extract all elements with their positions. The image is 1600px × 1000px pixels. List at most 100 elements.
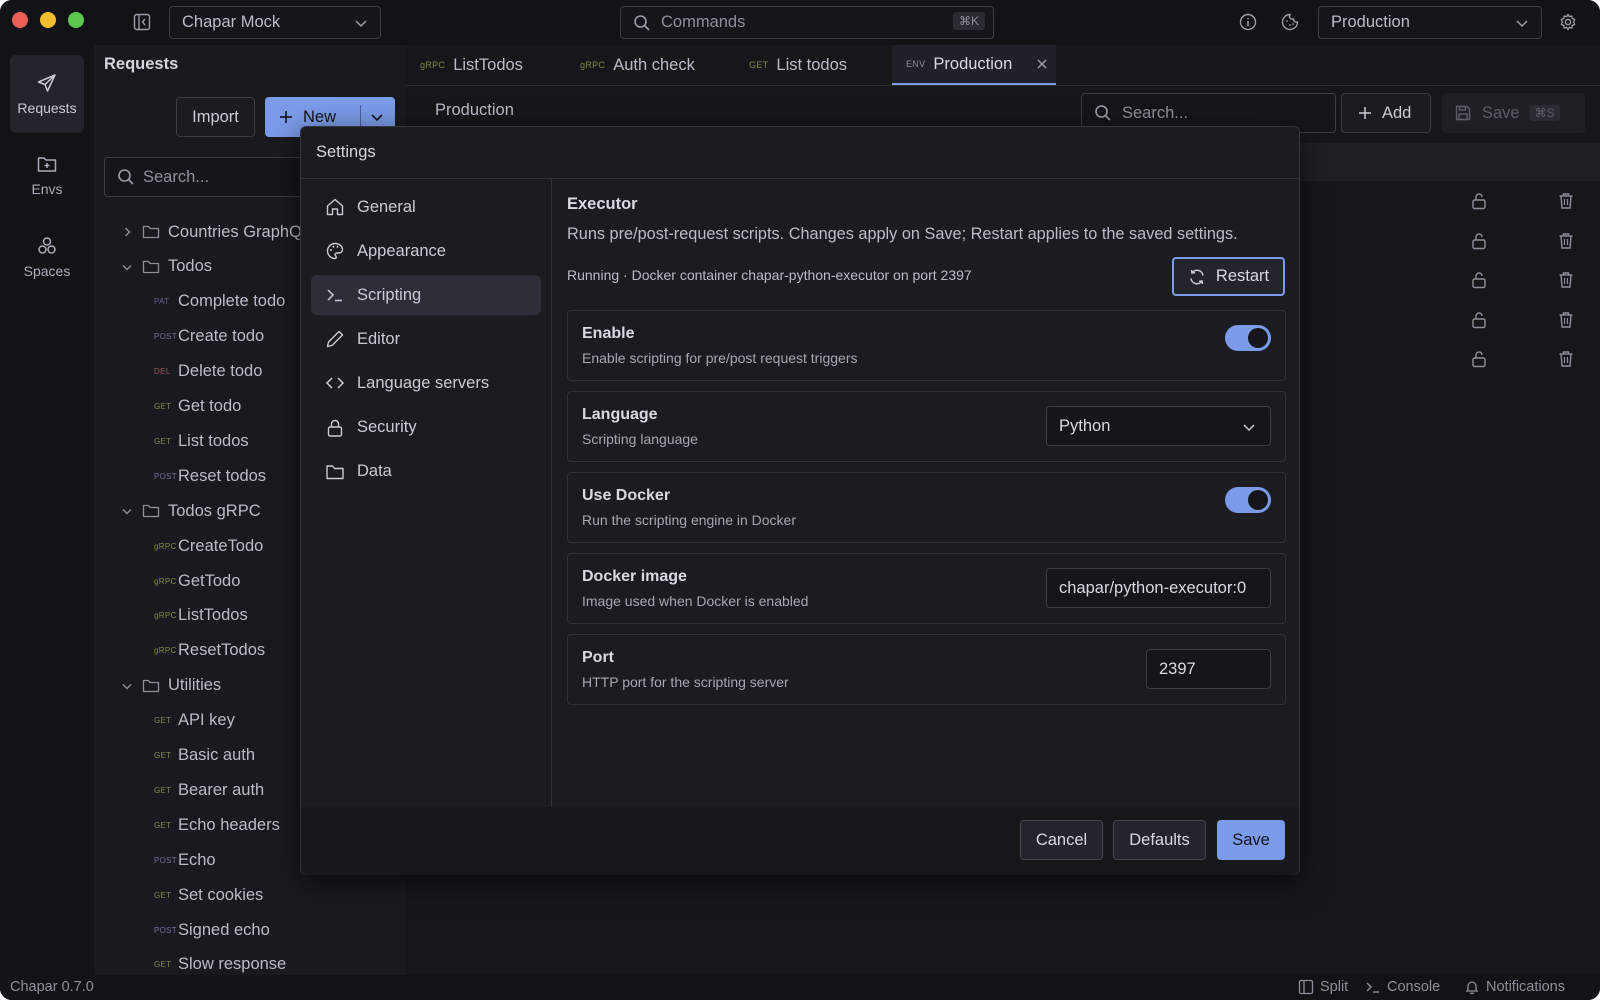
settings-nav-appearance[interactable]: Appearance [311,231,541,271]
tree-folder[interactable]: Utilities [120,671,221,701]
language-select[interactable]: Python [1046,406,1271,446]
console-button[interactable]: Console [1365,979,1440,995]
tree-request-item[interactable]: PAT Complete todo [154,287,285,317]
settings-nav-label: Appearance [357,241,446,260]
unlock-icon[interactable] [1470,350,1488,368]
split-button[interactable]: Split [1298,979,1348,995]
tab-1[interactable]: gRPC Auth check [580,45,695,85]
settings-title: Settings [301,127,1299,179]
restart-button[interactable]: Restart [1172,257,1285,296]
chevron-down-icon[interactable] [120,505,134,517]
tree-request-item[interactable]: GET API key [154,706,235,736]
close-tab-icon[interactable] [1036,58,1048,70]
sidebar-item-requests[interactable]: Requests [10,55,84,133]
import-button[interactable]: Import [176,97,255,137]
add-variable-button[interactable]: Add [1341,93,1431,133]
unlock-icon[interactable] [1470,311,1488,329]
method-badge: gRPC [154,576,177,586]
tree-item-label: Delete todo [178,362,263,381]
tree-request-item[interactable]: gRPC ResetTodos [154,636,265,666]
tree-request-item[interactable]: GET Set cookies [154,880,263,910]
tab-3[interactable]: ENV Production [892,45,1056,85]
unlock-icon[interactable] [1470,192,1488,210]
env-name-field[interactable]: Production [435,101,514,120]
docker-image-setting: Docker image Image used when Docker is e… [567,553,1286,624]
app-window: Chapar Mock Commands ⌘K Production Reque… [0,0,1600,1000]
use-docker-toggle[interactable] [1225,487,1271,513]
sidebar-item-envs[interactable]: Envs [10,136,84,214]
defaults-button[interactable]: Defaults [1113,820,1206,860]
chevron-down-icon[interactable] [120,261,134,273]
tree-folder[interactable]: Todos [120,252,212,282]
save-button[interactable]: Save [1217,820,1285,860]
enable-toggle[interactable] [1225,325,1271,351]
zoom-window-button[interactable] [68,12,84,28]
method-badge: GET [154,716,172,726]
settings-nav-language-servers[interactable]: Language servers [311,363,541,403]
settings-nav-general[interactable]: General [311,187,541,227]
tab-0[interactable]: gRPC ListTodos [420,45,523,85]
settings-nav: General Appearance Scripting Editor Language… [301,179,552,807]
tree-request-item[interactable]: POST Create todo [154,322,264,352]
tree-request-item[interactable]: GET List todos [154,426,249,456]
chevron-right-icon[interactable] [120,226,134,238]
tree-folder[interactable]: Countries GraphQL [120,217,311,247]
tab-method-badge: GET [749,60,769,70]
tree-request-item[interactable]: GET Basic auth [154,741,255,771]
tree-request-item[interactable]: GET Get todo [154,392,241,422]
chevron-down-icon[interactable] [370,110,384,124]
close-window-button[interactable] [12,12,28,28]
tree-request-item[interactable]: POST Reset todos [154,461,266,491]
cancel-button[interactable]: Cancel [1020,820,1103,860]
trash-icon[interactable] [1557,311,1575,329]
language-value: Python [1059,416,1111,435]
tree-request-item[interactable]: gRPC GetTodo [154,566,240,596]
tree-request-item[interactable]: POST Signed echo [154,915,270,945]
tree-request-item[interactable]: POST Echo [154,845,216,875]
environment-select[interactable]: Production [1318,6,1542,39]
save-env-button[interactable]: Save ⌘S [1442,93,1585,133]
tree-request-item[interactable]: GET Bearer auth [154,775,264,805]
tree-request-item[interactable]: GET Echo headers [154,810,280,840]
minimize-window-button[interactable] [40,12,56,28]
tree-request-item[interactable]: gRPC ListTodos [154,601,248,631]
statusbar: Chapar 0.7.0 Split Console Notifications [0,975,1600,1000]
unlock-icon[interactable] [1470,232,1488,250]
trash-icon[interactable] [1557,350,1575,368]
method-badge: POST [154,332,177,342]
cookie-icon[interactable] [1281,13,1299,31]
chevron-down-icon[interactable] [120,680,134,692]
method-badge: gRPC [154,611,177,621]
tab-2[interactable]: GET List todos [749,45,847,85]
trash-icon[interactable] [1557,232,1575,250]
section-title: Executor [567,195,638,213]
sidebar-toggle-icon[interactable] [133,13,151,31]
tree-request-item[interactable]: gRPC CreateTodo [154,531,263,561]
terminal-icon [325,285,345,305]
method-badge: GET [154,402,172,411]
trash-icon[interactable] [1557,192,1575,210]
docker-image-input[interactable]: chapar/python-executor:0 [1046,568,1271,608]
tree-request-item[interactable]: DEL Delete todo [154,357,262,387]
sidebar-item-spaces[interactable]: Spaces [10,218,84,296]
commands-search[interactable]: Commands ⌘K [620,6,994,39]
settings-nav-scripting[interactable]: Scripting [311,275,541,316]
port-input[interactable]: 2397 [1146,649,1271,689]
method-badge: GET [154,751,172,760]
settings-nav-editor[interactable]: Editor [311,319,541,359]
workspace-select[interactable]: Chapar Mock [169,6,381,39]
method-badge: GET [154,785,172,795]
tree-item-label: Echo [178,850,216,869]
port-value: 2397 [1159,659,1196,678]
tree-folder[interactable]: Todos gRPC [120,496,261,526]
notifications-button[interactable]: Notifications [1464,979,1565,995]
unlock-icon[interactable] [1470,271,1488,289]
settings-nav-security[interactable]: Security [311,408,541,448]
sidebar-item-label: Requests [17,100,77,116]
settings-nav-data[interactable]: Data [311,452,541,492]
gear-icon[interactable] [1559,13,1577,31]
info-icon[interactable] [1239,13,1257,31]
toggle-knob [1248,328,1268,348]
commands-shortcut: ⌘K [952,12,985,30]
trash-icon[interactable] [1557,271,1575,289]
